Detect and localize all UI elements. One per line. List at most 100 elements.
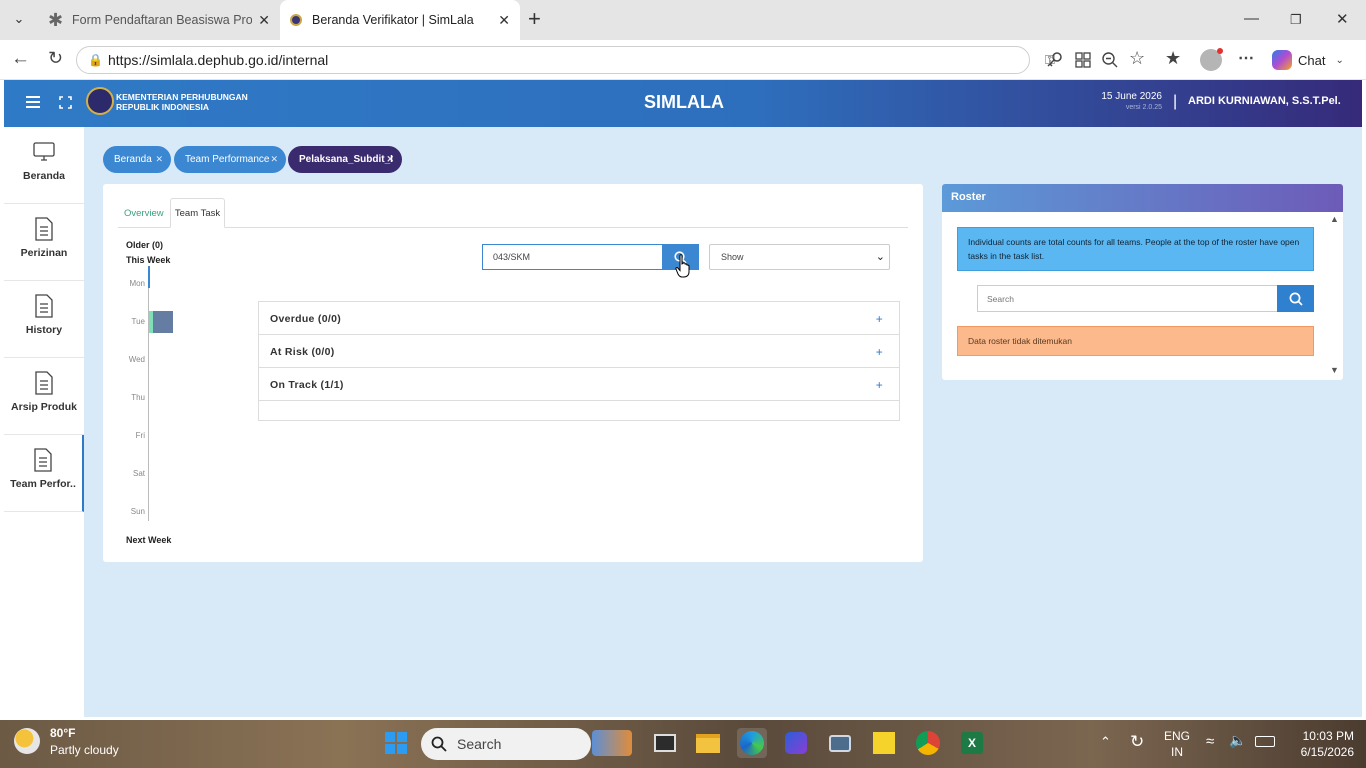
breadcrumb-beranda[interactable]: Beranda ✕ <box>103 146 171 173</box>
sidebar-item-beranda[interactable]: Beranda <box>4 127 84 204</box>
chrome-browser-icon[interactable] <box>913 728 943 758</box>
wifi-icon[interactable]: ≈ <box>1206 733 1214 750</box>
roster-search-button[interactable] <box>1277 285 1314 312</box>
scroll-down-arrow-icon[interactable]: ▼ <box>1330 365 1339 375</box>
tab-title: Beranda Verifikator | SimLala <box>312 13 474 27</box>
task-view-icon[interactable] <box>650 728 680 758</box>
roster-info-box: Individual counts are total counts for a… <box>957 227 1314 271</box>
breadcrumb-team-performance[interactable]: Team Performance ✕ <box>174 146 286 173</box>
scroll-up-arrow-icon[interactable]: ▲ <box>1330 214 1339 224</box>
asterisk-icon: ✱ <box>48 9 64 30</box>
kemenhub-favicon-icon <box>290 14 302 26</box>
site-info-icon[interactable]: 🔒 <box>88 47 103 73</box>
minimize-window-icon[interactable]: — <box>1244 10 1259 27</box>
sidebar-item-perizinan[interactable]: Perizinan <box>4 204 84 281</box>
more-options-icon[interactable]: ⋯ <box>1238 48 1254 68</box>
weather-desc: Partly cloudy <box>50 743 119 757</box>
show-select-value: Show <box>721 252 744 262</box>
hamburger-menu-icon[interactable] <box>26 96 40 108</box>
new-tab-icon[interactable]: + <box>528 6 541 32</box>
monitor-icon <box>33 142 55 161</box>
tab-list-dropdown-icon[interactable]: ⌄ <box>8 11 30 29</box>
group-on-track[interactable]: On Track (1/1) + <box>259 368 899 401</box>
document-icon <box>35 217 53 241</box>
roster-empty-alert: Data roster tidak ditemukan <box>957 326 1314 356</box>
browser-tab-form-pendaftaran[interactable]: ✱ Form Pendaftaran Beasiswa Progra ✕ <box>40 0 280 40</box>
favorites-list-icon[interactable]: ★ <box>1165 48 1181 69</box>
copilot-chat-button[interactable]: Chat ⌄ <box>1272 50 1344 70</box>
tab-title: Form Pendaftaran Beasiswa Progra <box>72 13 252 27</box>
file-explorer-icon[interactable] <box>693 728 723 758</box>
close-breadcrumb-icon[interactable]: ✕ <box>155 146 163 173</box>
chevron-down-icon: ⌄ <box>1335 54 1344 66</box>
sidebar-item-arsip-produk[interactable]: Arsip Produk <box>4 358 84 435</box>
apps-icon[interactable] <box>1074 51 1092 69</box>
favorite-star-icon[interactable]: ☆ <box>1129 48 1145 69</box>
partly-cloudy-icon <box>14 728 40 754</box>
camera-app-icon[interactable] <box>825 728 855 758</box>
task-search-input[interactable] <box>482 244 663 270</box>
expand-icon[interactable]: + <box>876 312 883 326</box>
tab-overview[interactable]: Overview <box>124 208 164 219</box>
team-task-panel: Overview Team Task Older (0) This Week M… <box>103 184 923 562</box>
show-hidden-icons-icon[interactable]: ⌃ <box>1100 734 1111 750</box>
back-arrow-icon[interactable]: ← <box>11 48 30 70</box>
sidebar-item-label: Perizinan <box>20 247 68 259</box>
close-tab-icon[interactable]: ✕ <box>258 12 270 29</box>
roster-search-input[interactable] <box>977 285 1278 312</box>
windows-taskbar: 80°F Partly cloudy Search X ⌃ ↻ ENG IN ≈… <box>0 720 1366 768</box>
group-at-risk[interactable]: At Risk (0/0) + <box>259 335 899 368</box>
taskbar-search-label: Search <box>457 736 502 752</box>
header-version: versi 2.0.25 <box>1125 104 1162 111</box>
edge-browser-icon[interactable] <box>737 728 767 758</box>
day-task-bar[interactable] <box>149 311 173 333</box>
expand-icon[interactable]: + <box>876 345 883 359</box>
clock-date: 6/15/2026 <box>1300 745 1354 759</box>
volume-icon[interactable]: 🔈 <box>1229 732 1246 749</box>
windows-start-icon[interactable] <box>381 728 411 758</box>
day-label-mon: Mon <box>129 279 145 288</box>
address-bar[interactable]: 🔒 https://simlala.dephub.go.id/internal … <box>76 46 1055 74</box>
breadcrumb-label: Team Performance <box>185 154 270 165</box>
expand-icon[interactable]: + <box>876 378 883 392</box>
breadcrumb-pelaksana[interactable]: Pelaksana_Subdit_I ✕ <box>288 146 402 173</box>
show-select[interactable]: Show ⌄ <box>709 244 890 270</box>
sticky-notes-icon[interactable] <box>869 728 899 758</box>
zoom-out-icon[interactable] <box>1101 51 1119 69</box>
sidebar-item-team-performance[interactable]: Team Perfor.. <box>4 435 84 512</box>
clock[interactable]: 10:03 PM 6/15/2026 <box>1284 728 1354 760</box>
hand-cursor-icon <box>675 254 690 278</box>
roster-info-text: Individual counts are total counts for a… <box>968 237 1300 261</box>
browser-tab-bar: ⌄ ✱ Form Pendaftaran Beasiswa Progra ✕ B… <box>0 0 1366 40</box>
next-week-label: Next Week <box>126 535 172 545</box>
vpn-shield-icon[interactable] <box>781 728 811 758</box>
today-marker <box>148 266 150 288</box>
fullscreen-icon[interactable] <box>59 96 72 109</box>
language-indicator[interactable]: ENG IN <box>1162 728 1192 760</box>
sidebar-item-history[interactable]: History <box>4 281 84 358</box>
tab-underline <box>118 227 908 228</box>
weather-widget[interactable]: 80°F Partly cloudy <box>14 726 134 762</box>
day-label-wed: Wed <box>128 355 145 364</box>
copilot-icon <box>1272 50 1292 70</box>
roster-header: Roster <box>942 184 1343 212</box>
sync-icon[interactable]: ↻ <box>1130 732 1144 752</box>
excel-icon[interactable]: X <box>957 728 987 758</box>
language-line-1: ENG <box>1163 729 1190 743</box>
restore-window-icon[interactable]: ❐ <box>1290 12 1302 28</box>
browser-tab-beranda-verifikator[interactable]: Beranda Verifikator | SimLala ✕ <box>280 0 520 40</box>
battery-icon[interactable] <box>1255 736 1275 747</box>
close-window-icon[interactable]: ✕ <box>1336 10 1349 28</box>
group-overdue[interactable]: Overdue (0/0) + <box>259 302 899 335</box>
close-breadcrumb-icon[interactable]: ✕ <box>270 146 278 173</box>
password-key-icon[interactable] <box>1045 51 1063 69</box>
tab-team-task[interactable]: Team Task <box>170 198 225 228</box>
reload-icon[interactable]: ↻ <box>48 48 63 69</box>
close-tab-icon[interactable]: ✕ <box>498 12 510 29</box>
taskbar-search[interactable]: Search <box>421 728 591 760</box>
header-user[interactable]: ARDI KURNIAWAN, S.S.T.Pel. <box>1188 95 1341 107</box>
group-label: At Risk (0/0) <box>270 346 335 358</box>
day-label-tue: Tue <box>131 317 146 326</box>
app-title: SIMLALA <box>644 92 724 112</box>
close-breadcrumb-icon[interactable]: ✕ <box>386 146 394 173</box>
